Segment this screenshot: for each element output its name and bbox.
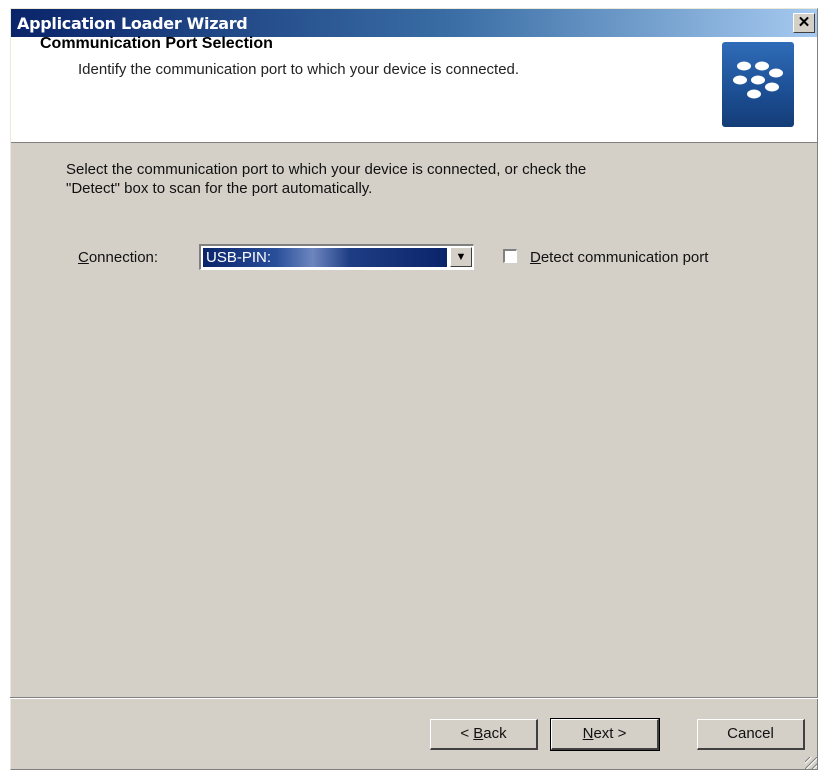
connection-label-accel: C [78, 249, 89, 266]
next-accel: N [582, 725, 594, 742]
resize-grip[interactable] [805, 757, 817, 769]
back-accel: B [473, 725, 484, 742]
chevron-down-icon: ▼ [455, 251, 467, 263]
instructions-line-1: Select the communication port to which y… [66, 161, 587, 178]
connection-dropdown[interactable]: USB-PIN: ▼ [199, 244, 474, 270]
connection-label-rest: onnection: [88, 249, 159, 266]
blackberry-logo-icon [722, 42, 794, 127]
connection-label: Connection: [78, 249, 158, 266]
connection-selected-value: USB-PIN: [203, 248, 447, 267]
back-button[interactable]: < Back [430, 719, 538, 750]
wizard-window: Application Loader Wizard ✕ [10, 8, 818, 770]
back-prefix: < [460, 725, 474, 742]
next-rest: ext > [593, 725, 627, 742]
detect-label-accel: D [530, 249, 541, 266]
close-icon: ✕ [797, 14, 811, 31]
window-title: Application Loader Wizard [17, 14, 248, 33]
instructions-line-2: "Detect" box to scan for the port automa… [66, 180, 373, 197]
dropdown-arrow-button[interactable]: ▼ [450, 247, 472, 267]
detect-port-checkbox[interactable] [503, 249, 517, 263]
title-bar[interactable]: Application Loader Wizard ✕ [11, 9, 817, 37]
footer-separator [10, 697, 818, 699]
page-title: Communication Port Selection [40, 35, 273, 52]
cancel-button[interactable]: Cancel [697, 719, 805, 750]
back-rest: ack [483, 725, 507, 742]
detect-port-label[interactable]: Detect communication port [530, 249, 708, 266]
detect-label-rest: etect communication port [540, 249, 709, 266]
close-button[interactable]: ✕ [793, 13, 815, 33]
next-button[interactable]: Next > [550, 718, 660, 751]
logo-dots [733, 61, 783, 99]
instructions-text: Select the communication port to which y… [66, 160, 746, 198]
page-subtitle: Identify the communication port to which… [78, 61, 520, 78]
